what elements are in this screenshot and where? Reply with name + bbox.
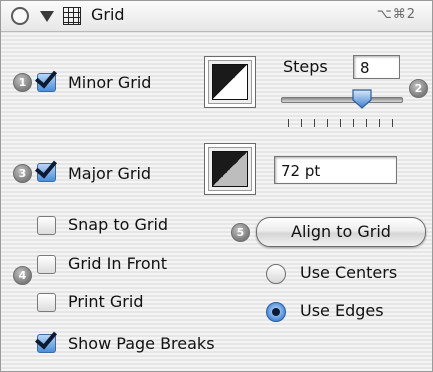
grid-inspector-panel: Grid ⌥⌘2 1 Minor Grid Steps 8 2 3 Major … — [0, 0, 433, 372]
collapse-triangle-icon[interactable] — [40, 11, 54, 22]
steps-slider-thumb[interactable] — [351, 89, 373, 109]
use-edges-radio[interactable] — [266, 302, 286, 322]
show-page-breaks-checkbox[interactable] — [34, 326, 58, 353]
color-swatch — [212, 64, 248, 100]
snap-to-grid-label: Snap to Grid — [68, 215, 169, 234]
callout-badge-5: 5 — [231, 223, 250, 242]
callout-badge-4: 4 — [13, 266, 32, 285]
print-grid-checkbox[interactable] — [37, 293, 56, 312]
align-to-grid-button[interactable]: Align to Grid — [256, 217, 426, 247]
callout-badge-3: 3 — [13, 164, 32, 183]
checkmark-icon — [34, 155, 58, 179]
close-circle-icon[interactable] — [11, 7, 29, 25]
use-edges-label: Use Edges — [300, 301, 384, 320]
radio-selected-dot — [272, 308, 280, 316]
use-centers-radio[interactable] — [266, 264, 286, 284]
grid-in-front-label: Grid In Front — [68, 254, 168, 273]
steps-slider-track[interactable] — [281, 97, 403, 103]
major-grid-label: Major Grid — [68, 164, 152, 183]
steps-label: Steps — [283, 57, 328, 76]
use-centers-label: Use Centers — [300, 263, 398, 282]
slider-tick-marks — [288, 119, 393, 127]
minor-grid-color-well[interactable] — [204, 56, 256, 108]
snap-to-grid-checkbox[interactable] — [37, 216, 56, 235]
show-page-breaks-label: Show Page Breaks — [68, 334, 215, 353]
callout-badge-1: 1 — [13, 73, 32, 92]
window-title: Grid — [91, 5, 125, 24]
major-grid-spacing-field[interactable]: 72 pt — [274, 156, 397, 184]
steps-field[interactable]: 8 — [353, 55, 400, 79]
checkmark-icon — [34, 65, 58, 89]
keyboard-shortcut: ⌥⌘2 — [376, 7, 416, 22]
color-swatch — [212, 151, 248, 187]
major-grid-color-well[interactable] — [204, 143, 256, 195]
grid-in-front-checkbox[interactable] — [37, 255, 56, 274]
minor-grid-label: Minor Grid — [68, 73, 152, 92]
grid-icon — [63, 7, 81, 25]
major-grid-checkbox[interactable] — [34, 155, 58, 182]
checkmark-icon — [34, 326, 58, 350]
minor-grid-checkbox[interactable] — [34, 65, 58, 92]
print-grid-label: Print Grid — [68, 292, 144, 311]
title-bar: Grid ⌥⌘2 — [1, 1, 432, 32]
callout-badge-2: 2 — [409, 79, 428, 98]
